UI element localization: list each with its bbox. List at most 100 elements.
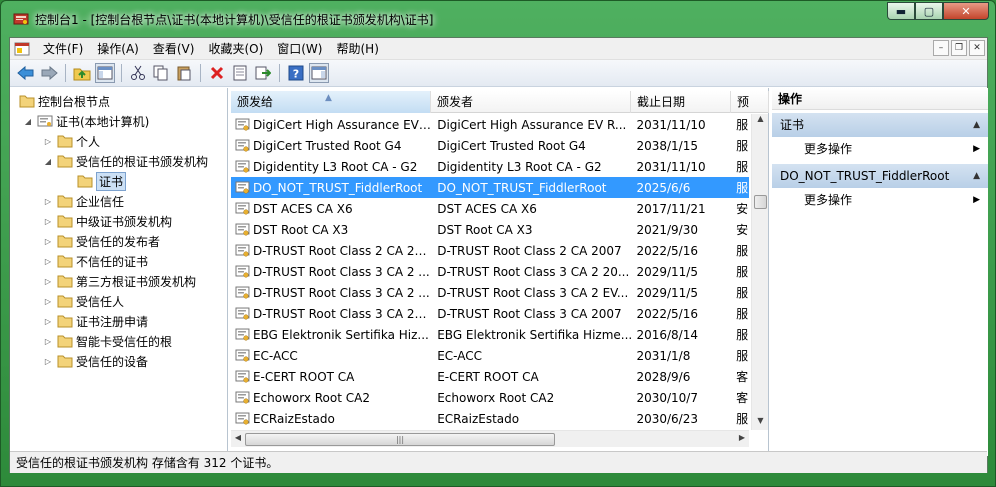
tree-node-trusted-publishers[interactable]: ▷ 受信任的发布者 [42, 231, 160, 251]
mdi-close-button[interactable]: ✕ [969, 40, 985, 56]
expand-arrow-icon[interactable]: ▷ [42, 317, 54, 326]
show-hide-tree-icon[interactable] [95, 63, 115, 83]
expand-arrow-icon[interactable]: ▷ [42, 297, 54, 306]
minimize-button[interactable]: ▬ [887, 2, 915, 20]
menu-window[interactable]: 窗口(W) [270, 40, 329, 57]
table-row[interactable]: Echoworx Root CA2 Echoworx Root CA2 2030/1… [231, 387, 749, 408]
tree-node-untrusted[interactable]: ▷ 不信任的证书 [42, 251, 148, 271]
table-row[interactable]: EBG Elektronik Sertifika Hiz... EBG Elekt… [231, 324, 749, 345]
title-bar[interactable]: 控制台1 - [控制台根节点\证书(本地计算机)\受信任的根证书颁发机构\证书]… [1, 1, 995, 37]
tree-node-cert-store[interactable]: ◢ 证书(本地计算机) [22, 111, 149, 131]
menu-action[interactable]: 操作(A) [90, 40, 146, 57]
collapse-triangle-icon[interactable]: ▲ [973, 113, 980, 137]
cell-expiration: 2021/9/30 [636, 222, 698, 237]
scroll-up-arrow-icon[interactable]: ▲ [752, 114, 769, 128]
tree-node-trusted-root[interactable]: ◢ 受信任的根证书颁发机构 [42, 151, 208, 171]
expand-arrow-icon[interactable]: ▷ [42, 357, 54, 366]
tree-node-trusted-people[interactable]: ▷ 受信任人 [42, 291, 124, 311]
action-more-actions[interactable]: 更多操作 ▶ [772, 188, 988, 212]
cut-icon[interactable] [128, 63, 148, 83]
expand-arrow-icon[interactable]: ▷ [42, 237, 54, 246]
table-row[interactable]: D-TRUST Root Class 2 CA 20... D-TRUST Roo… [231, 240, 749, 261]
table-row[interactable]: Digidentity L3 Root CA - G2 Digidentity L… [231, 156, 749, 177]
folder-icon [57, 195, 73, 208]
horizontal-scrollbar[interactable]: ◀ ||| ▶ [231, 430, 749, 447]
menu-file[interactable]: 文件(F) [36, 40, 90, 57]
menu-help[interactable]: 帮助(H) [329, 40, 385, 57]
tree-node-enterprise-trust[interactable]: ▷ 企业信任 [42, 191, 124, 211]
table-row[interactable]: D-TRUST Root Class 3 CA 2 ... D-TRUST Roo… [231, 282, 749, 303]
vertical-scroll-thumb[interactable] [754, 195, 767, 209]
back-icon[interactable] [16, 63, 36, 83]
tree-node-console-root[interactable]: 控制台根节点 [16, 91, 110, 111]
table-row[interactable]: DST ACES CA X6 DST ACES CA X6 2017/11/21 安 [231, 198, 749, 219]
mdi-restore-button[interactable]: ❐ [951, 40, 967, 56]
tree-node-trusted-devices[interactable]: ▷ 受信任的设备 [42, 351, 148, 371]
maximize-button[interactable]: ▢ [915, 2, 943, 20]
horizontal-scroll-thumb[interactable]: ||| [245, 433, 555, 446]
expand-arrow-icon[interactable]: ▷ [42, 337, 54, 346]
export-icon[interactable] [253, 63, 273, 83]
column-header-issued-to[interactable]: ▲ 颁发给 [231, 91, 431, 113]
folder-icon [77, 175, 93, 188]
tree-node-certificates[interactable]: 证书 [74, 171, 127, 191]
properties-icon[interactable] [230, 63, 250, 83]
tree-node-third-party-root[interactable]: ▷ 第三方根证书颁发机构 [42, 271, 196, 291]
column-header-issued-by[interactable]: 颁发者 [431, 91, 631, 113]
copy-icon[interactable] [151, 63, 171, 83]
tree-node-smartcard-roots[interactable]: ▷ 智能卡受信任的根 [42, 331, 172, 351]
scroll-down-arrow-icon[interactable]: ▼ [752, 416, 769, 430]
table-row[interactable]: DigiCert High Assurance EV ... DigiCert H… [231, 114, 749, 135]
expand-arrow-icon[interactable]: ▷ [42, 217, 54, 226]
table-row[interactable]: EC-ACC EC-ACC 2031/1/8 服 [231, 345, 749, 366]
tree-label: 第三方根证书颁发机构 [76, 274, 197, 289]
vertical-scrollbar[interactable]: ▲ ▼ [751, 114, 768, 430]
table-row[interactable]: D-TRUST Root Class 3 CA 2 ... D-TRUST Roo… [231, 261, 749, 282]
cell-issued-by: DigiCert High Assurance EV R... [437, 117, 627, 132]
expand-arrow-icon[interactable]: ▷ [42, 257, 54, 266]
expand-arrow-icon[interactable]: ▷ [42, 137, 54, 146]
column-header-purposes[interactable]: 预 [731, 91, 769, 113]
actions-section-certificates[interactable]: 证书 ▲ [772, 113, 988, 137]
table-row[interactable]: DO_NOT_TRUST_FiddlerRoot DO_NOT_TRUST_Fid… [231, 177, 749, 198]
collapse-arrow-icon[interactable]: ◢ [22, 117, 34, 126]
column-header-expiration[interactable]: 截止日期 [631, 91, 731, 113]
action-more-actions[interactable]: 更多操作 ▶ [772, 137, 988, 161]
tree-node-personal[interactable]: ▷ 个人 [42, 131, 100, 151]
cell-purposes: 服 [736, 307, 749, 321]
collapse-arrow-icon[interactable]: ◢ [42, 157, 54, 166]
table-row[interactable]: ECRaizEstado ECRaizEstado 2030/6/23 服 [231, 408, 749, 429]
menu-view[interactable]: 查看(V) [146, 40, 202, 57]
table-row[interactable]: E-CERT ROOT CA E-CERT ROOT CA 2028/9/6 客 [231, 366, 749, 387]
mmc-document-icon[interactable] [14, 42, 30, 56]
scroll-right-arrow-icon[interactable]: ▶ [736, 433, 748, 442]
close-button[interactable]: ✕ [943, 2, 989, 20]
forward-icon[interactable] [39, 63, 59, 83]
actions-section-selected-cert[interactable]: DO_NOT_TRUST_FiddlerRoot ▲ [772, 164, 988, 188]
menu-favorites[interactable]: 收藏夹(O) [201, 40, 270, 57]
show-hide-action-pane-icon[interactable] [309, 63, 329, 83]
help-icon[interactable]: ? [286, 63, 306, 83]
table-row[interactable]: DigiCert Trusted Root G4 DigiCert Trusted… [231, 135, 749, 156]
up-folder-icon[interactable] [72, 63, 92, 83]
tree-label: 证书注册申请 [76, 314, 149, 329]
cell-issued-by: D-TRUST Root Class 2 CA 2007 [437, 243, 622, 258]
expand-arrow-icon[interactable]: ▷ [42, 277, 54, 286]
expand-arrow-icon[interactable]: ▷ [42, 197, 54, 206]
tree-label: 不信任的证书 [76, 254, 149, 269]
folder-icon [57, 355, 73, 368]
tree-node-enrollment-requests[interactable]: ▷ 证书注册申请 [42, 311, 148, 331]
table-row[interactable]: D-TRUST Root Class 3 CA 20... D-TRUST Roo… [231, 303, 749, 324]
mdi-minimize-button[interactable]: – [933, 40, 949, 56]
scroll-left-arrow-icon[interactable]: ◀ [232, 433, 244, 442]
table-row[interactable]: DST Root CA X3 DST Root CA X3 2021/9/30 安 [231, 219, 749, 240]
paste-icon[interactable] [174, 63, 194, 83]
delete-icon[interactable] [207, 63, 227, 83]
cell-expiration: 2031/11/10 [636, 159, 706, 174]
tree-node-intermediate-ca[interactable]: ▷ 中级证书颁发机构 [42, 211, 172, 231]
actions-pane: 操作 证书 ▲ 更多操作 ▶ DO_NOT_TRUST_FiddlerRoot … [772, 88, 988, 456]
cell-expiration: 2031/11/10 [636, 117, 706, 132]
tree-label: 控制台根节点 [38, 94, 111, 109]
certificate-icon [235, 307, 250, 320]
collapse-triangle-icon[interactable]: ▲ [973, 164, 980, 188]
